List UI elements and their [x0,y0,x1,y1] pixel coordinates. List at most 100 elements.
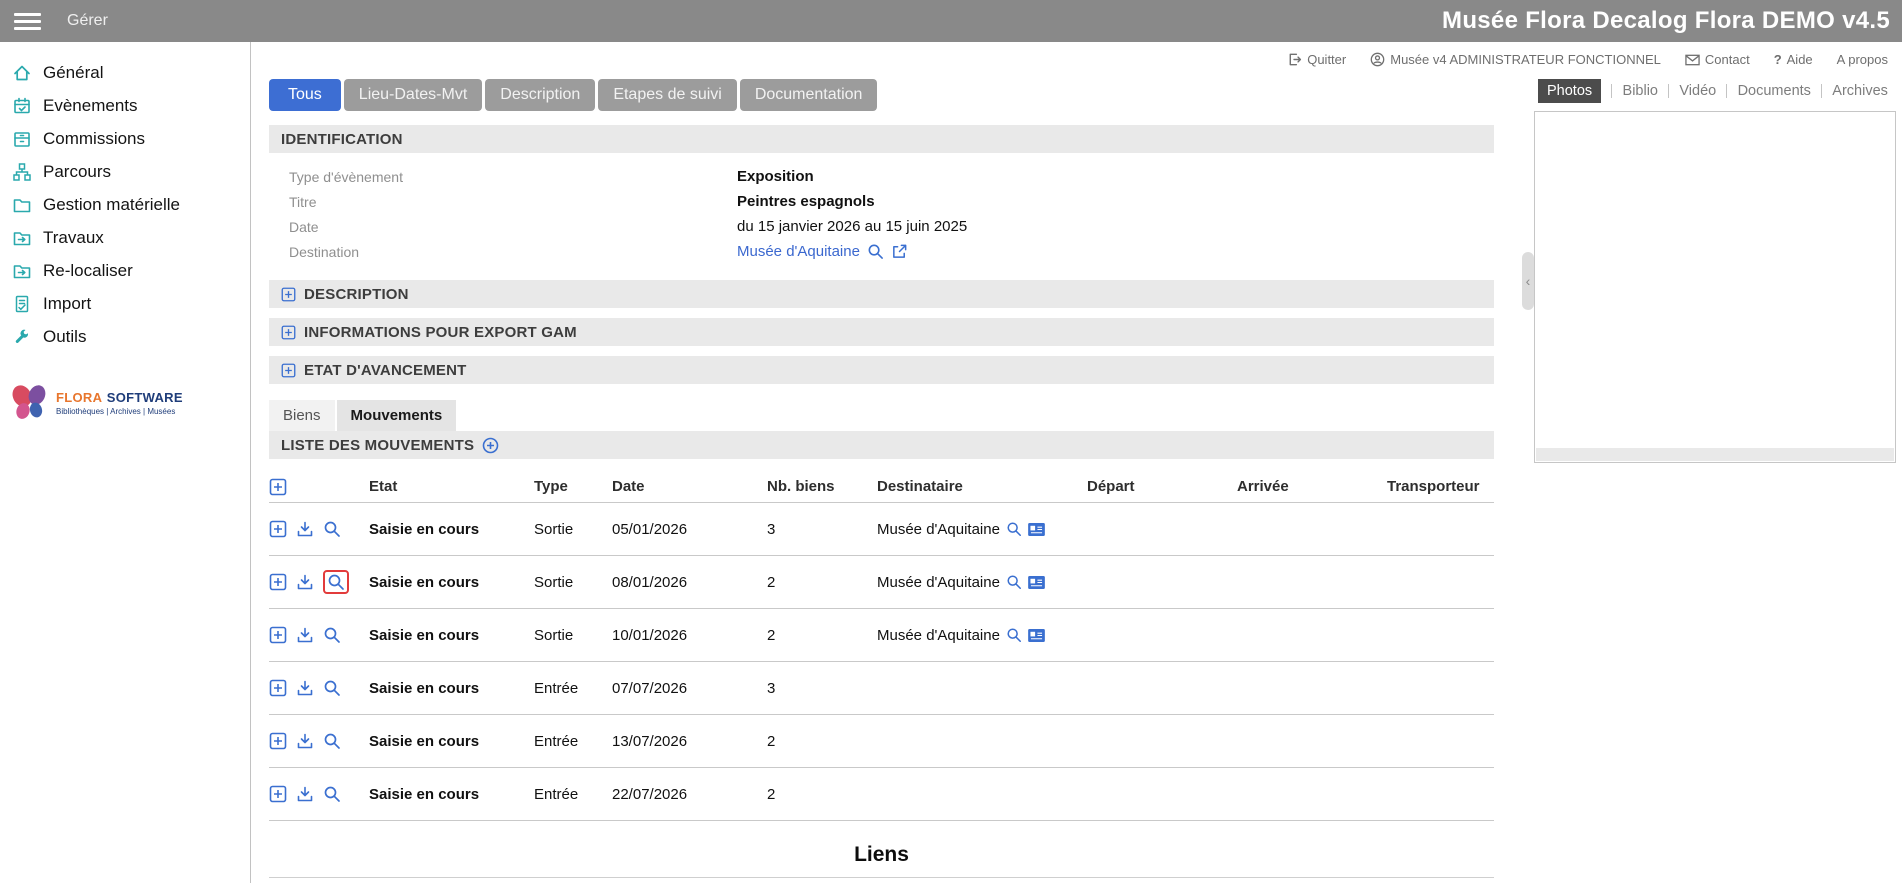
download-icon[interactable] [296,626,314,644]
expand-plus-icon[interactable] [281,363,296,378]
tab-separator [1726,84,1727,98]
export-gam-section-header[interactable]: INFORMATIONS POUR EXPORT GAM [269,318,1494,346]
search-icon[interactable] [323,785,341,803]
media-tab-documents[interactable]: Documents [1738,83,1811,99]
logo-subtitle: Bibliothèques | Archives | Musées [56,408,183,417]
media-tab-biblio[interactable]: Biblio [1623,83,1658,99]
tab-lieu-dates-mvt[interactable]: Lieu-Dates-Mvt [344,79,482,111]
description-section-header[interactable]: DESCRIPTION [269,280,1494,308]
panel-collapse-handle[interactable]: ‹ [1522,252,1534,310]
quit-label: Quitter [1307,52,1346,67]
hamburger-menu-icon[interactable] [14,13,41,30]
tab-documentation[interactable]: Documentation [740,79,878,111]
add-mouvement-icon[interactable] [482,437,499,454]
section-title: ETAT D'AVANCEMENT [304,362,467,379]
media-tab-archives[interactable]: Archives [1832,83,1888,99]
cell-etat: Saisie en cours [369,680,534,697]
field-row: Date du 15 janvier 2026 au 15 juin 2025 [289,214,1494,239]
user-icon [1370,52,1385,67]
user-links-bar: Quitter Musée v4 ADMINISTRATEUR FONCTION… [251,42,1902,67]
destination-open-icon[interactable] [891,243,908,260]
tab-description[interactable]: Description [485,79,595,111]
tab-etapes-de-suivi[interactable]: Etapes de suivi [598,79,737,111]
download-icon[interactable] [296,573,314,591]
add-sub-button[interactable] [269,679,287,697]
sidebar-item-relocaliser[interactable]: Re-localiser [0,254,250,287]
sidebar-item-commissions[interactable]: Commissions [0,122,250,155]
mail-icon [1685,54,1700,66]
col-date: Date [612,478,767,495]
home-icon [12,63,32,83]
add-sub-button[interactable] [269,785,287,803]
liens-section-title: Liens [269,843,1494,878]
download-icon[interactable] [296,679,314,697]
media-tab-video[interactable]: Vidéo [1679,83,1716,99]
search-icon[interactable] [323,626,341,644]
search-icon[interactable] [327,573,345,591]
application-window: Gérer Musée Flora Decalog Flora DEMO v4.… [0,0,1902,883]
destinataire-search-icon[interactable] [1006,627,1022,643]
media-panel-tabs: Photos Biblio Vidéo Documents Archives [1534,79,1896,103]
sidebar-item-evenements[interactable]: Evènements [0,89,250,122]
cell-date: 10/01/2026 [612,627,767,644]
menu-label[interactable]: Gérer [67,12,108,30]
subtab-mouvements[interactable]: Mouvements [337,400,457,431]
tab-separator [1821,84,1822,98]
cell-type: Entrée [534,786,612,803]
destinataire-search-icon[interactable] [1006,521,1022,537]
row-actions [269,520,369,538]
destinataire-card-icon[interactable] [1028,629,1045,642]
destination-search-icon[interactable] [867,243,884,260]
about-link[interactable]: A propos [1837,52,1888,67]
etat-avancement-section-header[interactable]: ETAT D'AVANCEMENT [269,356,1494,384]
user-label: Musée v4 ADMINISTRATEUR FONCTIONNEL [1390,52,1661,67]
add-sub-button[interactable] [269,732,287,750]
table-row: Saisie en cours Sortie 08/01/2026 2 Musé… [269,556,1494,609]
table-row: Saisie en cours Entrée 13/07/2026 2 [269,715,1494,768]
sidebar-item-label: Parcours [43,162,111,182]
destinataire-search-icon[interactable] [1006,574,1022,590]
subtab-biens[interactable]: Biens [269,400,335,431]
help-link[interactable]: ? Aide [1774,52,1813,67]
expand-plus-icon[interactable] [281,325,296,340]
search-icon[interactable] [323,520,341,538]
cell-date: 08/01/2026 [612,574,767,591]
contact-link[interactable]: Contact [1685,52,1750,67]
add-row-button[interactable] [269,478,287,496]
search-icon[interactable] [323,732,341,750]
current-user[interactable]: Musée v4 ADMINISTRATEUR FONCTIONNEL [1370,52,1661,67]
cell-date: 22/07/2026 [612,786,767,803]
quit-link[interactable]: Quitter [1287,52,1346,67]
biens-mouvements-subtabs: Biens Mouvements [269,400,1494,431]
field-label: Date [289,219,737,235]
col-etat: Etat [369,478,534,495]
add-sub-button[interactable] [269,520,287,538]
sidebar-item-parcours[interactable]: Parcours [0,155,250,188]
destinataire-card-icon[interactable] [1028,523,1045,536]
cell-type: Sortie [534,627,612,644]
sidebar-item-general[interactable]: Général [0,56,250,89]
logo-word-software: SOFTWARE [107,390,183,405]
field-label: Titre [289,194,737,210]
sidebar-item-import[interactable]: Import [0,287,250,320]
sidebar-item-outils[interactable]: Outils [0,320,250,353]
section-title: INFORMATIONS POUR EXPORT GAM [304,324,577,341]
add-sub-button[interactable] [269,626,287,644]
calendar-icon [12,96,32,116]
media-tab-photos[interactable]: Photos [1538,79,1601,103]
destinataire-card-icon[interactable] [1028,576,1045,589]
expand-plus-icon[interactable] [281,287,296,302]
destination-link[interactable]: Musée d'Aquitaine [737,243,860,260]
butterfly-logo-icon [8,383,52,423]
add-sub-button[interactable] [269,573,287,591]
sidebar-item-gestion-materielle[interactable]: Gestion matérielle [0,188,250,221]
download-icon[interactable] [296,520,314,538]
cell-type: Entrée [534,733,612,750]
sidebar-item-travaux[interactable]: Travaux [0,221,250,254]
download-icon[interactable] [296,785,314,803]
search-icon[interactable] [323,679,341,697]
tab-tous[interactable]: Tous [269,79,341,111]
download-icon[interactable] [296,732,314,750]
sidebar-item-label: Commissions [43,129,145,149]
row-actions [269,679,369,697]
